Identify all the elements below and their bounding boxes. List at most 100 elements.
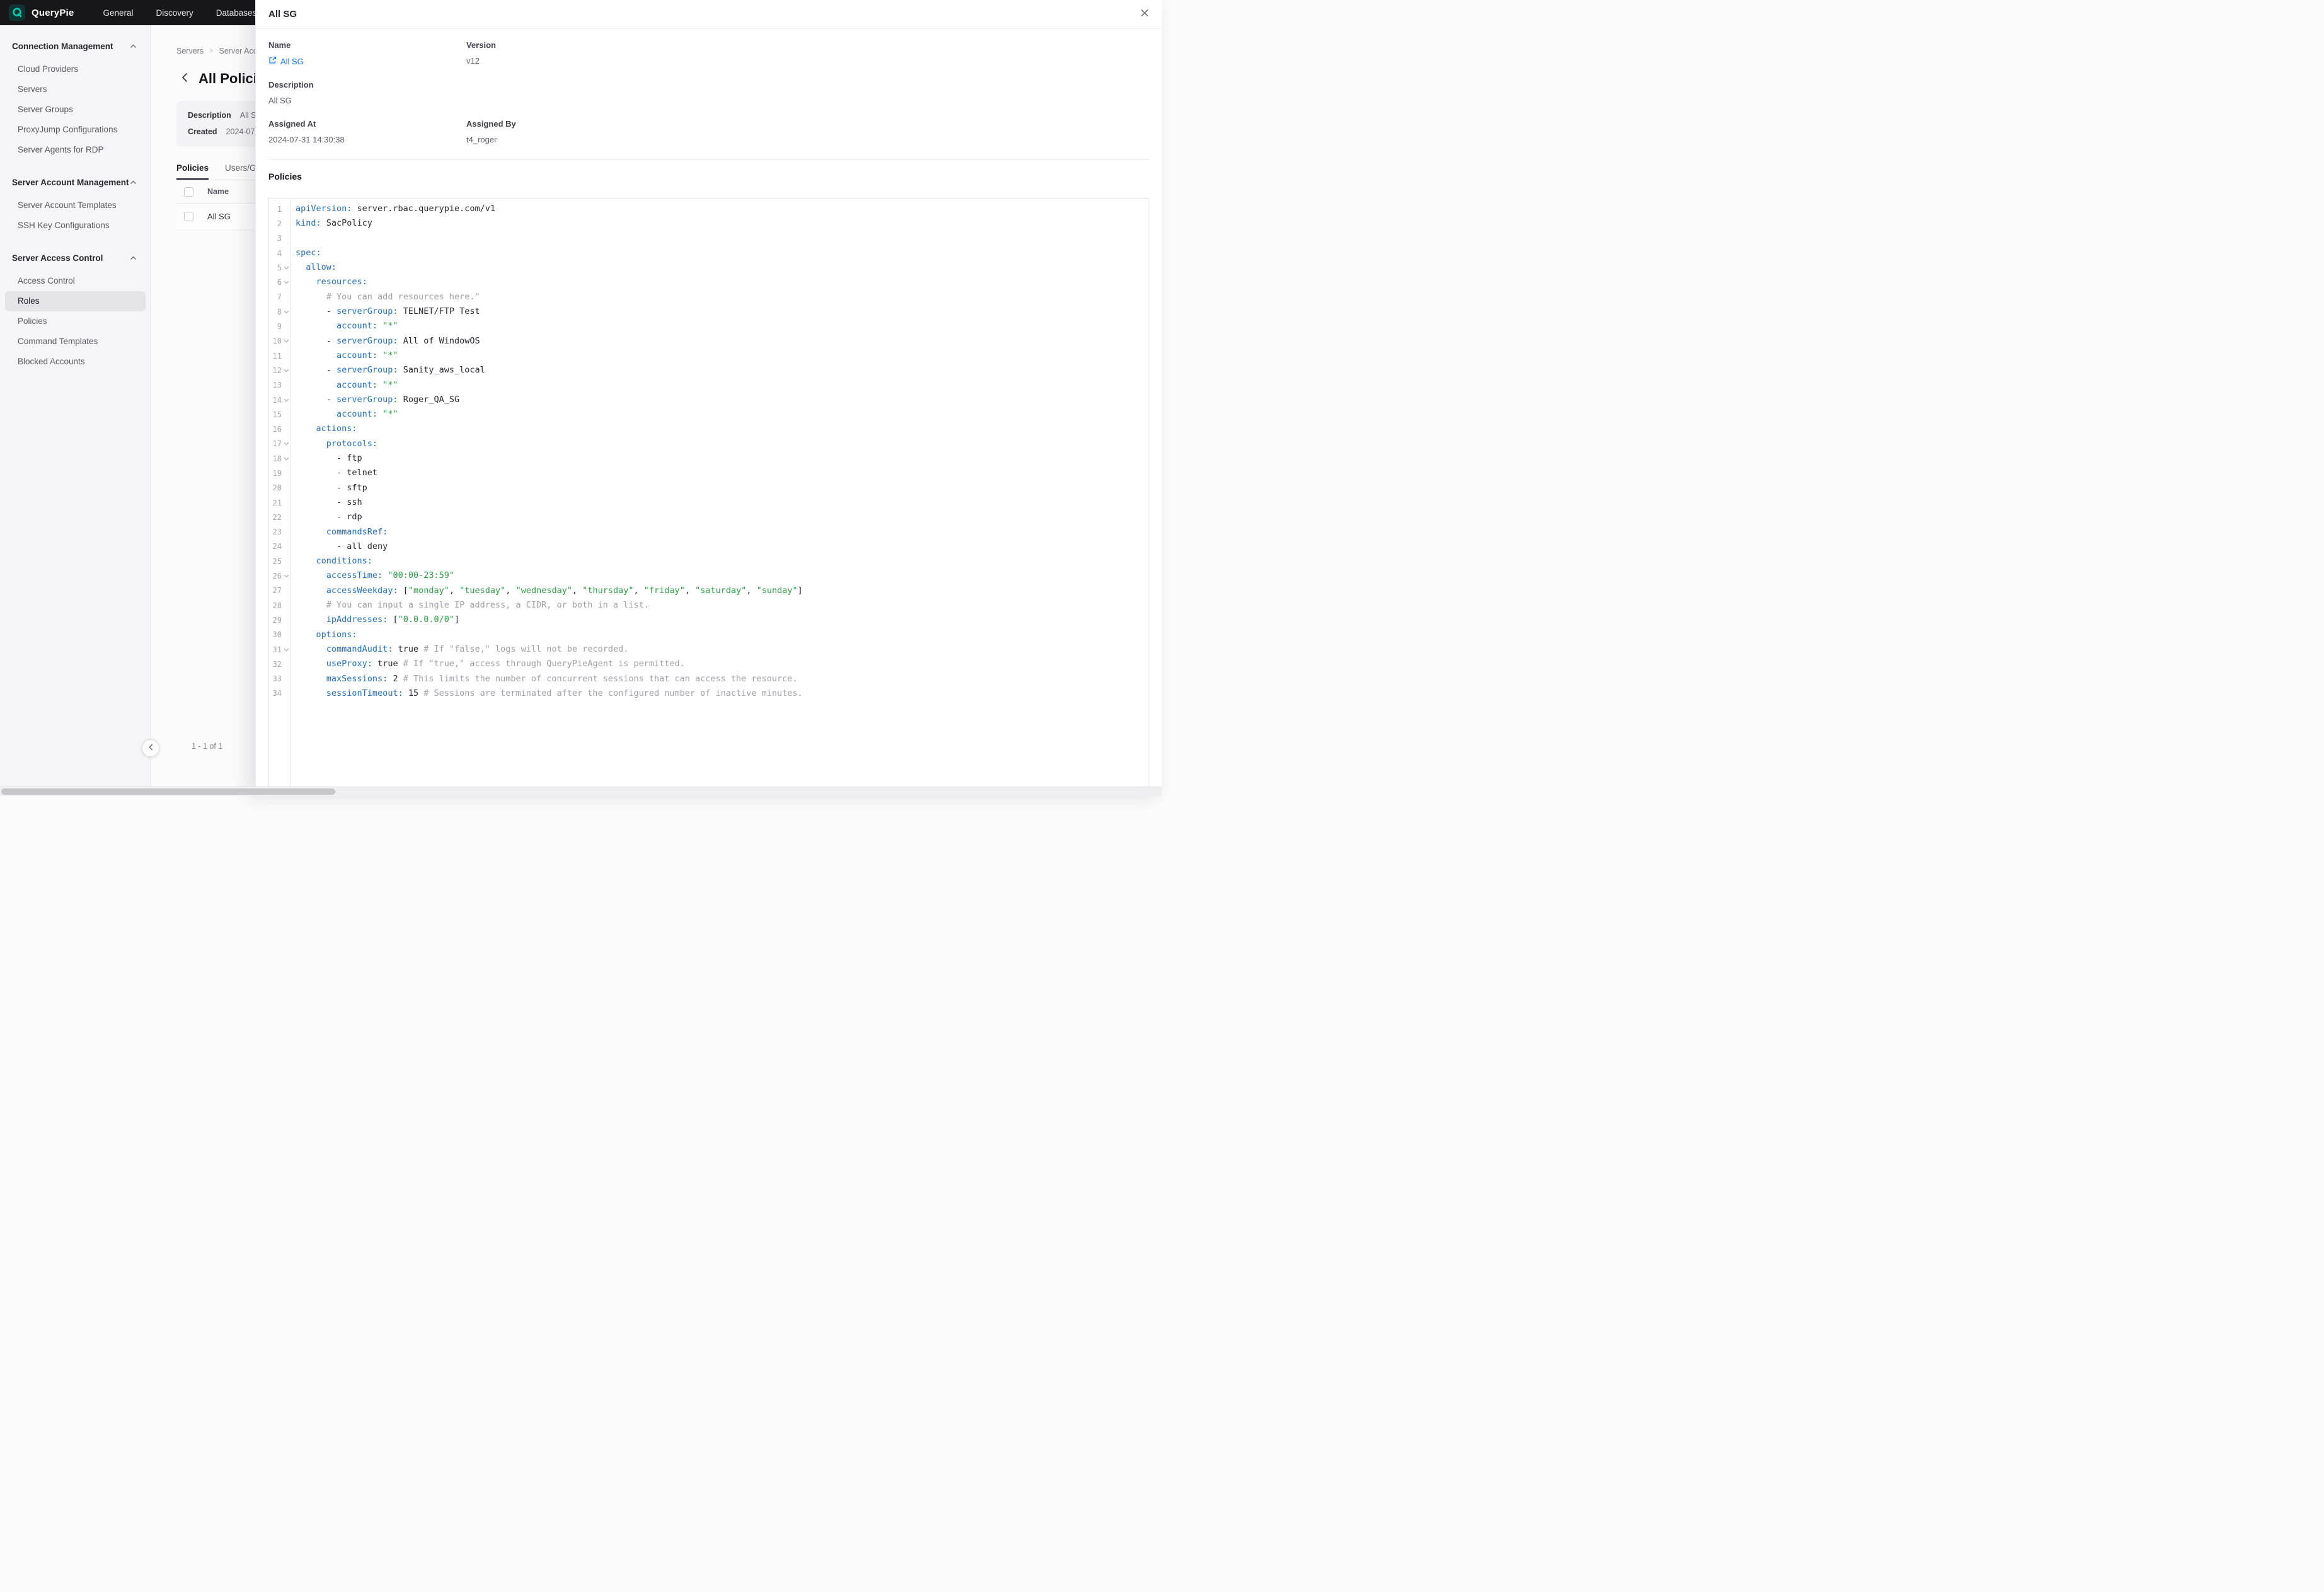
- external-link-icon: [268, 56, 277, 66]
- sidebar-section-header-server-access-control[interactable]: Server Access Control: [0, 248, 151, 267]
- sidebar-section-header-connection-management[interactable]: Connection Management: [0, 37, 151, 55]
- code-line: conditions:: [296, 554, 803, 568]
- line-number: 19: [269, 469, 282, 478]
- pagination-label: 1 - 1 of 1: [192, 742, 222, 751]
- code-line: - rdp: [296, 510, 803, 524]
- line-number: 32: [269, 660, 282, 669]
- tab-policies[interactable]: Policies: [176, 163, 209, 180]
- horizontal-scrollbar[interactable]: [0, 787, 1162, 796]
- gutter-row: 33: [269, 672, 290, 686]
- editor-code: apiVersion: server.rbac.querypie.com/v1k…: [291, 199, 803, 787]
- line-number: 10: [269, 337, 282, 345]
- line-number: 15: [269, 410, 282, 419]
- sidebar-item-server-account-templates[interactable]: Server Account Templates: [5, 195, 146, 216]
- breadcrumb-item-servers[interactable]: Servers: [176, 47, 204, 55]
- code-line: - ftp: [296, 451, 803, 466]
- line-number: 34: [269, 689, 282, 698]
- fold-chevron-icon[interactable]: [282, 574, 290, 578]
- assigned-by-value: t4_roger: [466, 135, 1149, 144]
- code-line: - sftp: [296, 481, 803, 495]
- sidebar-item-command-templates[interactable]: Command Templates: [5, 332, 146, 352]
- field-row-description: Description All SG: [268, 80, 1149, 105]
- description-value: All SG: [268, 96, 466, 105]
- fold-chevron-icon[interactable]: [282, 266, 290, 270]
- code-line: spec:: [296, 246, 803, 260]
- menu-item-databases[interactable]: Databases: [216, 8, 257, 18]
- field-row-assigned: Assigned At 2024-07-31 14:30:38 Assigned…: [268, 119, 1149, 144]
- line-number: 20: [269, 483, 282, 492]
- line-number: 18: [269, 454, 282, 463]
- line-number: 33: [269, 674, 282, 683]
- line-number: 30: [269, 630, 282, 639]
- gutter-row: 30: [269, 628, 290, 642]
- select-all-checkbox[interactable]: [184, 187, 193, 197]
- fold-chevron-icon[interactable]: [282, 310, 290, 314]
- drawer-close-button[interactable]: [1136, 6, 1153, 23]
- gutter-row: 34: [269, 686, 290, 701]
- field-version: Version v12: [466, 40, 1149, 66]
- sidebar-item-blocked-accounts[interactable]: Blocked Accounts: [5, 352, 146, 372]
- fold-chevron-icon[interactable]: [282, 442, 290, 446]
- line-number: 22: [269, 513, 282, 522]
- sidebar-item-server-agents-for-rdp[interactable]: Server Agents for RDP: [5, 140, 146, 160]
- sidebar-item-roles[interactable]: Roles: [5, 291, 146, 311]
- sidebar-item-servers[interactable]: Servers: [5, 79, 146, 100]
- code-line: useProxy: true # If "true," access throu…: [296, 657, 803, 671]
- scrollbar-thumb[interactable]: [1, 788, 335, 795]
- line-number: 16: [269, 425, 282, 434]
- line-number: 14: [269, 396, 282, 405]
- column-header-name: Name: [207, 187, 229, 196]
- gutter-row: 24: [269, 539, 290, 554]
- code-line: - serverGroup: Sanity_aws_local: [296, 363, 803, 378]
- brand-title: QueryPie: [32, 8, 74, 18]
- sidebar-item-access-control[interactable]: Access Control: [5, 271, 146, 291]
- sidebar-item-cloud-providers[interactable]: Cloud Providers: [5, 59, 146, 79]
- menu-item-discovery[interactable]: Discovery: [156, 8, 193, 18]
- sidebar-item-policies[interactable]: Policies: [5, 311, 146, 332]
- fold-chevron-icon[interactable]: [282, 339, 290, 343]
- sidebar-collapse-button[interactable]: [142, 739, 159, 757]
- gutter-row: 21: [269, 495, 290, 510]
- yaml-editor[interactable]: 1234567891011121314151617181920212223242…: [268, 198, 1149, 787]
- gutter-row: 18: [269, 451, 290, 466]
- row-checkbox[interactable]: [184, 212, 193, 221]
- drawer-header: All SG: [256, 0, 1162, 29]
- sidebar-item-server-groups[interactable]: Server Groups: [5, 100, 146, 120]
- fold-chevron-icon[interactable]: [282, 648, 290, 652]
- sidebar-section-header-server-account-management[interactable]: Server Account Management: [0, 173, 151, 192]
- line-number: 6: [269, 278, 282, 287]
- menu-item-general[interactable]: General: [103, 8, 133, 18]
- sidebar-item-ssh-key-configurations[interactable]: SSH Key Configurations: [5, 216, 146, 236]
- field-row-name-version: Name All SG Version: [268, 40, 1149, 66]
- name-label: Name: [268, 40, 466, 50]
- code-line: # You can input a single IP address, a C…: [296, 598, 803, 613]
- field-description: Description All SG: [268, 80, 466, 105]
- code-line: allow:: [296, 260, 803, 275]
- sidebar-section-title: Connection Management: [12, 42, 113, 51]
- code-line: resources:: [296, 275, 803, 289]
- name-link[interactable]: All SG: [268, 56, 304, 66]
- sidebar-section-server-access-control: Server Access Control Access ControlRoles…: [0, 248, 151, 372]
- gutter-row: 12: [269, 363, 290, 378]
- querypie-logo[interactable]: [9, 4, 25, 21]
- fold-chevron-icon[interactable]: [282, 369, 290, 372]
- sidebar-item-proxyjump-configurations[interactable]: ProxyJump Configurations: [5, 120, 146, 140]
- chevron-up-icon: [130, 40, 137, 52]
- fold-chevron-icon[interactable]: [282, 398, 290, 402]
- line-number: 21: [269, 499, 282, 507]
- field-name: Name All SG: [268, 40, 466, 66]
- code-line: - serverGroup: TELNET/FTP Test: [296, 304, 803, 319]
- line-number: 3: [269, 234, 282, 243]
- chevron-up-icon: [130, 252, 137, 263]
- fold-chevron-icon[interactable]: [282, 457, 290, 461]
- back-button[interactable]: [181, 72, 188, 86]
- cell-name: All SG: [207, 212, 231, 221]
- gutter-row: 2: [269, 216, 290, 231]
- code-line: - telnet: [296, 466, 803, 480]
- fold-chevron-icon[interactable]: [282, 280, 290, 284]
- code-line: account: "*": [296, 349, 803, 363]
- code-line: ipAddresses: ["0.0.0.0/0"]: [296, 613, 803, 627]
- assigned-at-label: Assigned At: [268, 119, 466, 129]
- code-line: commandsRef:: [296, 525, 803, 539]
- chevron-left-icon: [181, 72, 188, 86]
